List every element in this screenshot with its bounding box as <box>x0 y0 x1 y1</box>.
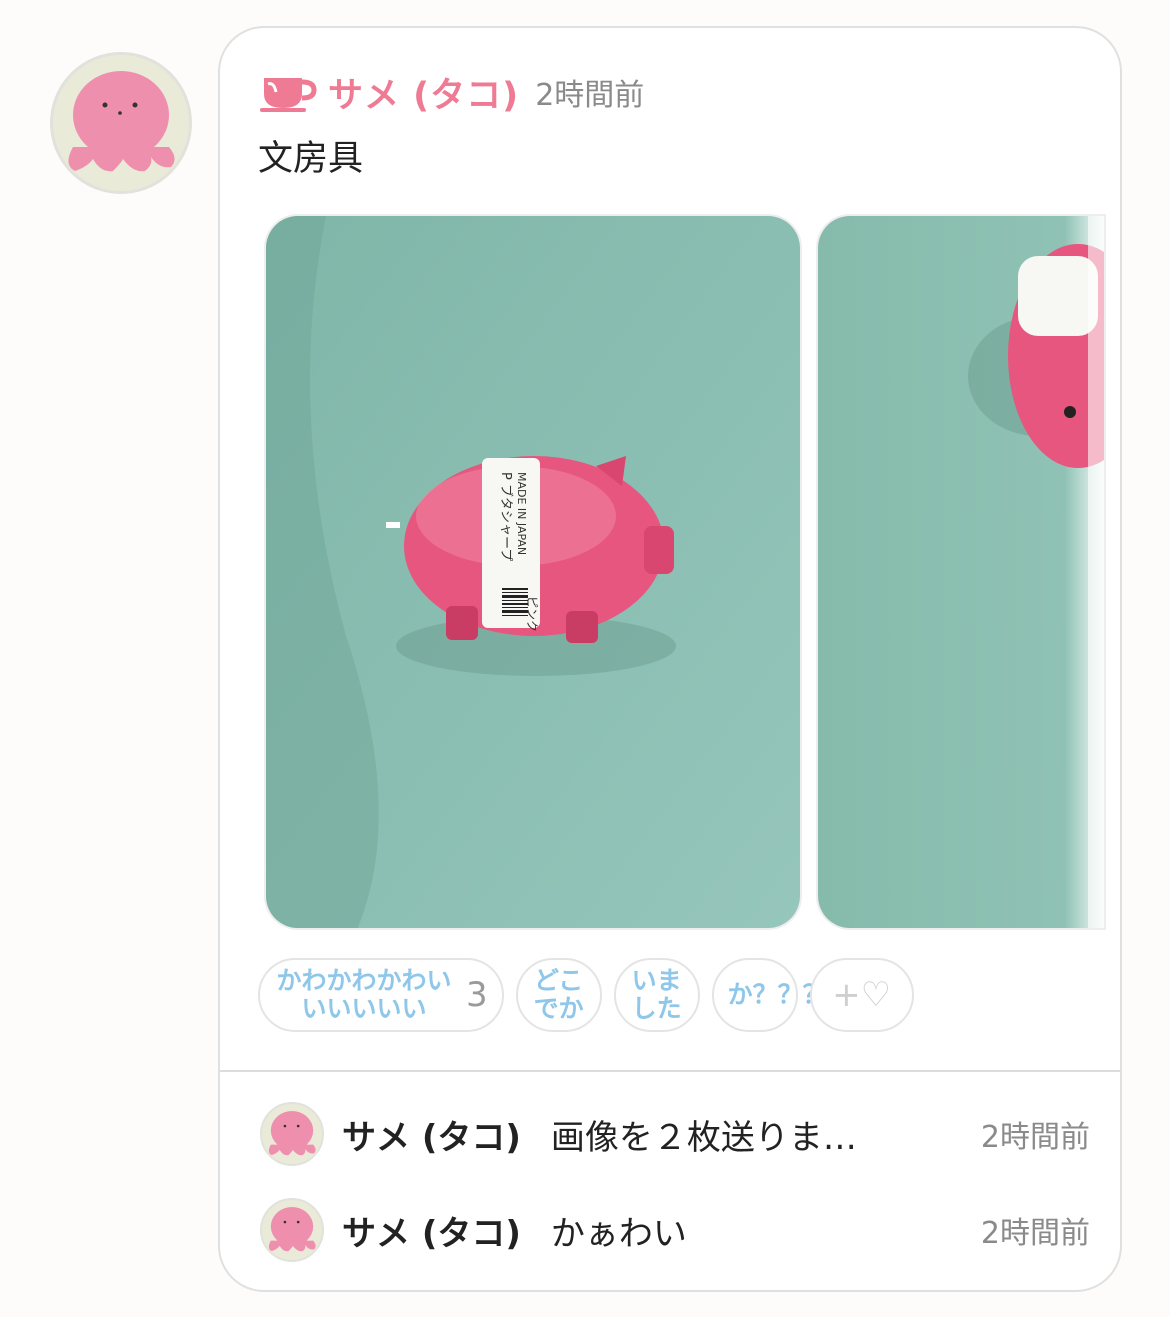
reply-text: かぁわい <box>550 1213 687 1254</box>
photo-label-text-2: MADE IN JAPAN <box>515 472 528 555</box>
post-image-2[interactable] <box>816 214 1106 930</box>
reply-author: サメ (タコ) <box>342 1213 521 1254</box>
post-author[interactable]: サメ (タコ) <box>328 67 519 118</box>
photo-label-color: ピンク <box>525 596 539 632</box>
reply-avatar <box>260 1102 324 1166</box>
heart-plus-icon: +♡ <box>832 975 892 1015</box>
post-time: 2時間前 <box>535 78 645 113</box>
reply-item[interactable]: サメ (タコ) 画像を２枚送りま… 2時間前 <box>260 1102 1090 1166</box>
post-text: 文房具 <box>258 139 364 179</box>
reaction-dokodeka[interactable]: どこでか <box>515 958 602 1032</box>
reply-time: 2時間前 <box>980 1216 1090 1251</box>
pig-sharpener-photo: P ブタシャープ MADE IN JAPAN ピンク <box>266 216 800 928</box>
reply-avatar <box>260 1198 324 1262</box>
add-reaction-button[interactable]: +♡ <box>809 958 914 1032</box>
reaction-kawaii[interactable]: かわかわかわいいいいいい 3 <box>258 958 504 1032</box>
photo-label-text: P ブタシャープ <box>498 472 514 561</box>
reply-text: 画像を２枚送りま… <box>550 1117 857 1158</box>
reaction-label: いました <box>631 966 682 1023</box>
octopus-avatar-icon <box>68 71 175 172</box>
octopus-avatar-icon <box>268 1207 316 1252</box>
octopus-avatar-icon <box>268 1111 316 1156</box>
reply-item[interactable]: サメ (タコ) かぁわい 2時間前 <box>260 1198 1090 1262</box>
post-header: サメ (タコ) 2時間前 <box>260 70 645 116</box>
post-image-1[interactable]: P ブタシャープ MADE IN JAPAN ピンク <box>264 214 802 930</box>
pig-sharpener-photo-2 <box>818 216 1104 928</box>
cup-icon <box>260 78 317 112</box>
reaction-imashita[interactable]: いました <box>613 958 700 1032</box>
reaction-label: どこでか <box>533 966 584 1023</box>
divider <box>220 1070 1120 1072</box>
reaction-count: 3 <box>466 975 488 1015</box>
reaction-ka[interactable]: か？？？ <box>711 958 828 1032</box>
reply-author: サメ (タコ) <box>342 1117 521 1158</box>
post-card: サメ (タコ) 2時間前 文房具 P ブタシャープ MADE IN JAPAN … <box>218 26 1122 1292</box>
reply-time: 2時間前 <box>980 1120 1090 1155</box>
user-avatar[interactable] <box>50 52 192 194</box>
reaction-bar: かわかわかわいいいいいい 3 どこでか いました か？？？ +♡ <box>258 958 926 1032</box>
reaction-label: かわかわかわいいいいいい <box>276 966 452 1023</box>
reaction-label: か？？？ <box>727 980 828 1009</box>
